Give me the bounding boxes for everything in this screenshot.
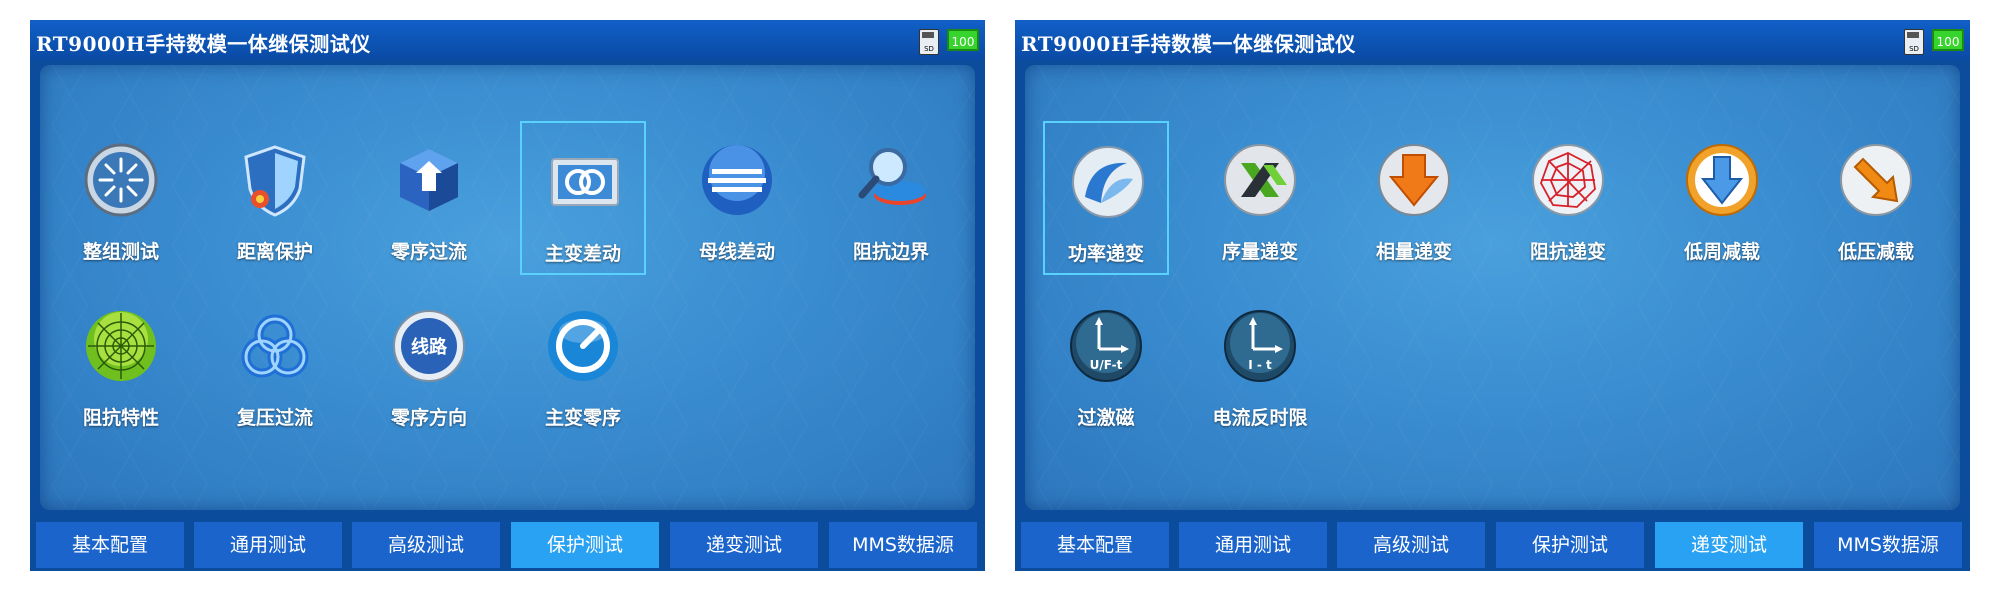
icon-panel: 功率递变 序量递变 相量递变 阻抗递变 低周减载 低压减载 U/F-t 过激磁 … [1025, 65, 1960, 510]
tab-mms-source[interactable]: MMS数据源 [1814, 522, 1962, 568]
menu-item-undervoltage-shedding[interactable]: 低压减载 [1813, 121, 1939, 275]
menu-item-label: 过激磁 [1077, 407, 1135, 429]
menu-item-label: 阻抗边界 [852, 241, 929, 263]
down-arrow-blue-icon [1686, 144, 1758, 216]
screen-ramp-tests: RT9000H手持数模一体继保测试仪 SD 100 功率递变 序量递变 相量递变… [1015, 20, 1970, 571]
double-ring-icon [551, 158, 619, 206]
tab-basic-config[interactable]: 基本配置 [1021, 522, 1169, 568]
battery-icon: 100 [1932, 29, 1964, 51]
gauge-icon [548, 311, 618, 381]
diagonal-arrow-icon [1840, 144, 1912, 216]
tab-ramp-test[interactable]: 递变测试 [670, 522, 818, 568]
bottom-tab-bar: 基本配置 通用测试 高级测试 保护测试 递变测试 MMS数据源 [30, 518, 985, 571]
menu-item-distance-protection[interactable]: 距离保护 [212, 121, 338, 275]
menu-item-transformer-zero-seq[interactable]: 主变零序 [520, 287, 646, 441]
menu-item-compound-voltage-overcurrent[interactable]: 复压过流 [212, 287, 338, 441]
menu-item-inverse-time-current[interactable]: I - t 电流反时限 [1197, 287, 1323, 441]
tab-advanced-test[interactable]: 高级测试 [1337, 522, 1485, 568]
menu-item-phasor-ramp[interactable]: 相量递变 [1351, 121, 1477, 275]
sd-card-icon: SD [1904, 29, 1924, 55]
menu-item-label: 母线差动 [698, 241, 775, 263]
line-badge-text: 线路 [411, 336, 448, 358]
menu-item-label: 零序过流 [390, 241, 467, 263]
icon-panel: 整组测试 距离保护 零序过流 主变差动 母线差动 阻抗边界 阻抗特性 复压过流 … [40, 65, 975, 510]
menu-item-power-ramp[interactable]: 功率递变 [1043, 121, 1169, 275]
menu-item-label: 电流反时限 [1212, 407, 1308, 429]
tab-general-test[interactable]: 通用测试 [194, 522, 342, 568]
menu-item-label: 主变零序 [544, 407, 621, 429]
tab-advanced-test[interactable]: 高级测试 [352, 522, 500, 568]
tab-mms-source[interactable]: MMS数据源 [829, 522, 977, 568]
app-title: RT9000H手持数模一体继保测试仪 [36, 32, 371, 56]
menu-item-label: 相量递变 [1375, 241, 1452, 263]
battery-icon: 100 [947, 29, 979, 51]
app-title: RT9000H手持数模一体继保测试仪 [1021, 32, 1356, 56]
menu-item-busbar-differential[interactable]: 母线差动 [674, 121, 800, 275]
title-bar: RT9000H手持数模一体继保测试仪 SD 100 [1015, 20, 1970, 60]
menu-item-impedance-boundary[interactable]: 阻抗边界 [828, 121, 954, 275]
tab-protection-test[interactable]: 保护测试 [1496, 522, 1644, 568]
knot-icon [241, 314, 309, 378]
menu-item-label: 功率递变 [1067, 243, 1144, 265]
tab-ramp-test[interactable]: 递变测试 [1655, 522, 1803, 568]
screen-protection-tests: RT9000H手持数模一体继保测试仪 SD 100 整组测试 距离保护 零序过流… [30, 20, 985, 571]
menu-item-zero-seq-direction[interactable]: 线路 零序方向 [366, 287, 492, 441]
it-label: I - t [1248, 358, 1272, 372]
starburst-icon [84, 143, 158, 217]
menu-item-label: 整组测试 [82, 241, 159, 263]
x-arrows-icon [1224, 144, 1296, 216]
menu-item-group-test[interactable]: 整组测试 [58, 121, 184, 275]
web-icon [86, 311, 156, 381]
title-bar: RT9000H手持数模一体继保测试仪 SD 100 [30, 20, 985, 60]
magnifier-icon [858, 148, 926, 205]
shield-icon [244, 145, 306, 217]
menu-item-sequence-ramp[interactable]: 序量递变 [1197, 121, 1323, 275]
down-arrow-orange-icon [1378, 144, 1450, 216]
menu-item-label: 序量递变 [1221, 241, 1298, 263]
line-badge-icon: 线路 [393, 310, 465, 382]
tab-protection-test[interactable]: 保护测试 [511, 522, 659, 568]
menu-item-label: 主变差动 [544, 243, 621, 265]
uf-t-icon: U/F-t [1070, 310, 1142, 382]
menu-item-overexcitation[interactable]: U/F-t 过激磁 [1043, 287, 1169, 441]
menu-item-label: 阻抗特性 [82, 407, 159, 429]
menu-item-label: 低压减载 [1837, 241, 1914, 263]
i-t-icon: I - t [1224, 310, 1296, 382]
menu-item-transformer-differential[interactable]: 主变差动 [520, 121, 646, 275]
menu-item-impedance-characteristic[interactable]: 阻抗特性 [58, 287, 184, 441]
menu-item-zero-seq-overcurrent[interactable]: 零序过流 [366, 121, 492, 275]
red-web-icon [1532, 144, 1604, 216]
menu-item-label: 距离保护 [236, 241, 313, 263]
menu-item-label: 零序方向 [390, 407, 467, 429]
menu-item-underfrequency-shedding[interactable]: 低周减载 [1659, 121, 1785, 275]
menu-item-label: 阻抗递变 [1529, 241, 1606, 263]
bus-lines-icon [702, 145, 772, 215]
menu-item-label: 复压过流 [236, 407, 313, 429]
swirl-icon [1072, 146, 1144, 218]
tab-basic-config[interactable]: 基本配置 [36, 522, 184, 568]
tab-general-test[interactable]: 通用测试 [1179, 522, 1327, 568]
cube-arrow-icon [400, 149, 458, 211]
uft-label: U/F-t [1090, 358, 1123, 372]
bottom-tab-bar: 基本配置 通用测试 高级测试 保护测试 递变测试 MMS数据源 [1015, 518, 1970, 571]
menu-item-label: 低周减载 [1683, 241, 1760, 263]
menu-item-impedance-ramp[interactable]: 阻抗递变 [1505, 121, 1631, 275]
sd-card-icon: SD [919, 29, 939, 55]
